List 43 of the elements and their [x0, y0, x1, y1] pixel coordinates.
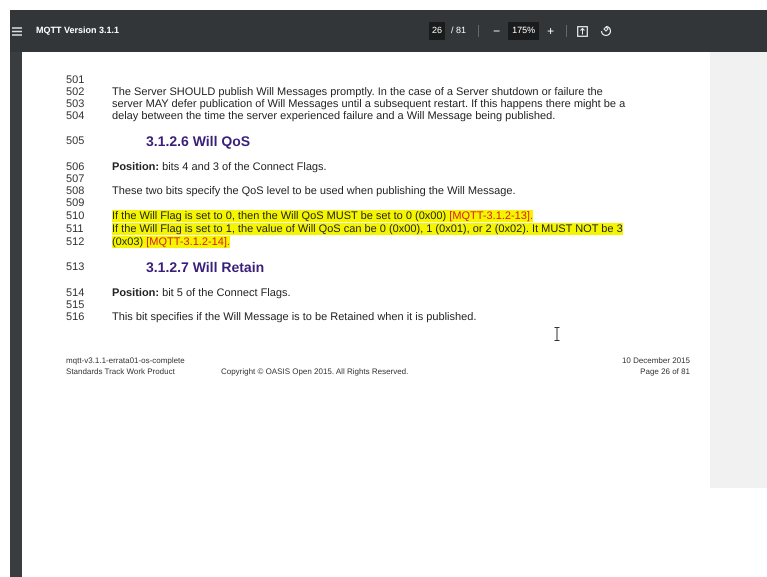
footer-text: Page 26 of 81	[640, 366, 690, 377]
text-cursor-icon	[554, 327, 560, 341]
zoom-field[interactable]: 175%	[508, 22, 540, 40]
line-number: 501	[66, 74, 86, 86]
copyright-text: Copyright © OASIS Open 2015. All Rights Reserved.	[221, 366, 408, 377]
line-number: 511	[66, 222, 85, 234]
line-number: 510	[66, 210, 86, 222]
line-number: 514	[66, 287, 86, 299]
section-heading: 3.1.2.7 Will Retain	[146, 258, 264, 277]
page-total: / 81	[451, 24, 466, 38]
footer-text: mqtt-v3.1.1-errata01-os-complete	[66, 355, 186, 366]
line-number: 513	[66, 260, 86, 276]
document-title: MQTT Version 3.1.1	[36, 24, 120, 38]
body-text: The Server SHOULD publish Will Messages promptly. In the case of a Server shutdown or failure the	[112, 86, 603, 98]
line-number: 509	[66, 197, 86, 209]
highlighted-text: If the Will Flag is set to 1, the value of Will QoS can be 0 (0x00), 1 (0x01), or 2 (0x02). It MUST NOT be 3	[112, 222, 623, 234]
menu-icon[interactable]	[12, 26, 22, 36]
body-text: These two bits specify the QoS level to be used when publishing the Will Message.	[112, 185, 516, 197]
body-text: Position: bits 4 and 3 of the Connect Flags.	[112, 161, 327, 173]
section-heading: 3.1.2.6 Will QoS	[146, 132, 250, 151]
line-number: 507	[66, 173, 86, 185]
line-number: 503	[66, 98, 86, 110]
line-number: 504	[66, 110, 86, 122]
body-text: This bit specifies if the Will Message is to be Retained when it is published.	[112, 311, 476, 323]
line-number: 506	[66, 161, 86, 173]
zoom-out-button[interactable]: −	[491, 22, 502, 40]
line-number: 505	[66, 134, 86, 150]
highlighted-text: If the Will Flag is set to 0, then the Will QoS MUST be set to 0 (0x00) [MQTT-3.1.2-13].	[112, 210, 534, 222]
line-number: 516	[66, 311, 86, 323]
line-number: 502	[66, 86, 86, 98]
page-number-field[interactable]: 26	[429, 22, 446, 40]
line-number: 512	[66, 236, 86, 248]
line-number: 515	[66, 299, 86, 311]
body-text: server MAY defer publication of Will Messages until a subsequent restart. If this happens there might be a	[112, 98, 626, 110]
line-number: 508	[66, 185, 86, 197]
fit-page-icon[interactable]	[577, 26, 588, 36]
footer-text: 10 December 2015	[622, 355, 690, 366]
zoom-in-button[interactable]: +	[545, 22, 556, 40]
rotate-icon[interactable]	[600, 25, 612, 37]
footer-text: Standards Track Work Product	[66, 366, 176, 377]
body-text: delay between the time the server experienced failure and a Will Message being published.	[112, 110, 556, 122]
body-text: Position: bit 5 of the Connect Flags.	[112, 287, 291, 299]
highlighted-text: (0x03) [MQTT-3.1.2-14].	[112, 236, 230, 248]
